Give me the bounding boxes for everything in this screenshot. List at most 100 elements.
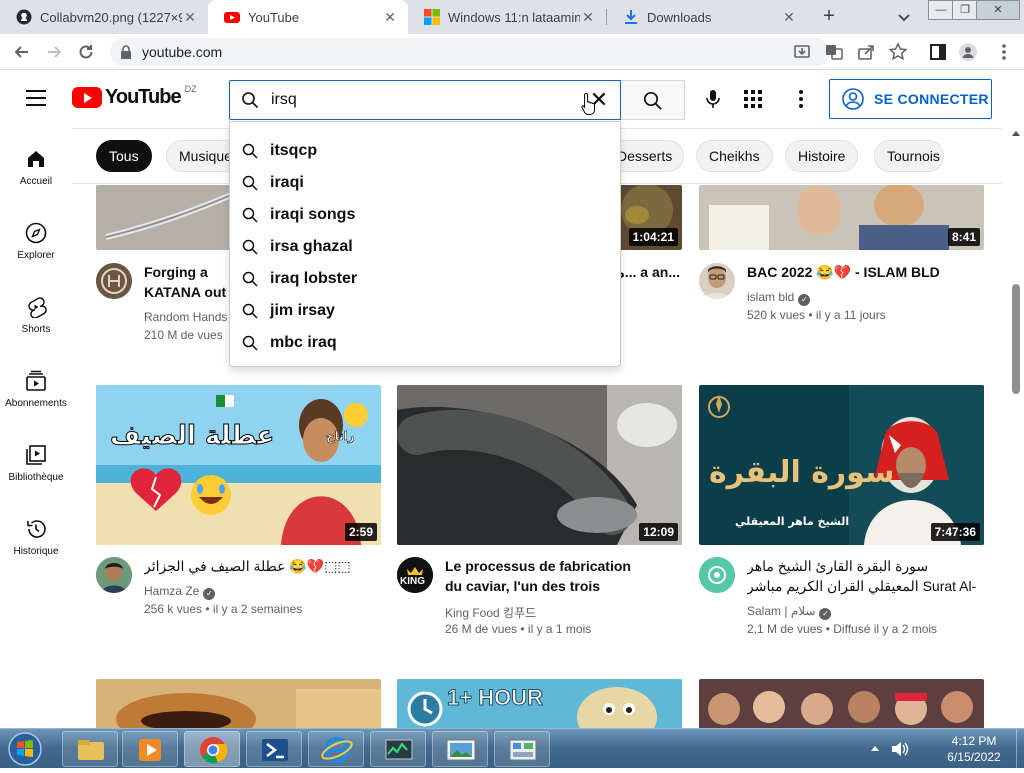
sidebar-item-shorts[interactable]: Shorts <box>0 296 72 335</box>
close-tab-icon[interactable]: ✕ <box>382 9 398 26</box>
search-input[interactable] <box>271 91 571 109</box>
bookmark-star-icon[interactable] <box>888 42 908 62</box>
video-title[interactable]: BAC 2022 😂💔 - ISLAM BLD <box>747 262 979 282</box>
channel-name[interactable]: Random Hands <box>144 310 227 324</box>
apps-grid-icon[interactable] <box>744 90 762 108</box>
chip-cheikhs[interactable]: Cheikhs <box>696 140 773 172</box>
video-title[interactable]: عطلة الصيف في الجزائر 😂💔⬚⬚ <box>144 556 376 576</box>
browser-menu-icon[interactable] <box>994 42 1014 62</box>
page-scrollbar[interactable] <box>1008 128 1024 728</box>
channel-avatar[interactable] <box>699 557 735 593</box>
channel-name[interactable]: islam bld ✓ <box>747 290 811 306</box>
video-thumbnail[interactable] <box>699 679 984 728</box>
suggestion-item[interactable]: jim irsay <box>230 295 620 327</box>
share-icon[interactable] <box>856 42 876 62</box>
taskbar-photo-viewer[interactable] <box>432 731 488 767</box>
channel-avatar[interactable]: KING <box>397 557 433 593</box>
search-suggestions-dropdown: itsqcp iraqi iraqi songs irsa ghazal ira… <box>229 121 621 367</box>
video-thumbnail[interactable]: 12:09 <box>397 385 682 545</box>
search-button[interactable] <box>621 80 685 120</box>
maximize-button[interactable]: ❐ <box>952 0 978 20</box>
video-thumbnail[interactable]: سورة البقرة الشيخ ماهر المعيقلي 7:47:36 <box>699 385 984 545</box>
taskbar-media-player[interactable] <box>122 731 178 767</box>
side-panel-icon[interactable] <box>928 42 948 62</box>
sidebar-item-subscriptions[interactable]: Abonnements <box>0 370 72 409</box>
suggestion-item[interactable]: iraq lobster <box>230 263 620 295</box>
taskbar-control-panel[interactable] <box>494 731 550 767</box>
channel-name[interactable]: Salam | سلام ✓ <box>747 604 832 620</box>
profile-icon[interactable] <box>958 42 978 62</box>
taskbar-powershell[interactable] <box>246 731 302 767</box>
channel-name-text: islam bld <box>747 290 795 304</box>
scroll-up-arrow-icon[interactable] <box>1012 131 1020 136</box>
suggestion-item[interactable]: mbc iraq <box>230 327 620 359</box>
microphone-icon[interactable] <box>702 88 724 110</box>
hamburger-menu-icon[interactable] <box>26 90 46 106</box>
video-title[interactable]: سورة البقرة القارئ الشيخ ماهر المعيقلي ا… <box>747 556 979 596</box>
settings-more-icon[interactable] <box>792 88 810 110</box>
new-tab-button[interactable]: + <box>817 5 841 29</box>
suggestion-item[interactable]: irsa ghazal <box>230 231 620 263</box>
video-title[interactable]: Le processus de fabrication du caviar, l… <box>445 556 650 596</box>
taskbar-explorer[interactable] <box>62 731 118 767</box>
install-app-icon[interactable] <box>792 42 812 62</box>
sidebar-item-history[interactable]: Historique <box>0 518 72 557</box>
volume-icon[interactable] <box>890 740 910 758</box>
thumbnail-caption: سورة البقرة <box>709 455 895 490</box>
history-icon <box>27 520 46 538</box>
channel-avatar[interactable] <box>96 263 132 299</box>
suggestion-item[interactable]: itsqcp <box>230 135 620 167</box>
video-thumbnail[interactable] <box>96 679 381 728</box>
tab-collabvm[interactable]: Collabvm20.png (1227×9 ✕ <box>0 0 208 34</box>
lock-icon[interactable] <box>120 45 132 59</box>
channel-avatar[interactable] <box>96 557 132 593</box>
suggestion-item[interactable]: iraqi <box>230 167 620 199</box>
minimize-button[interactable]: — <box>928 0 954 20</box>
back-arrow-icon[interactable] <box>12 42 32 62</box>
internet-explorer-icon <box>321 737 353 763</box>
chip-all[interactable]: Tous <box>96 140 152 172</box>
video-meta: 520 k vues • il y a 11 jours <box>747 308 886 322</box>
close-tab-icon[interactable]: ✕ <box>182 9 198 26</box>
taskbar-internet-explorer[interactable] <box>308 731 364 767</box>
tab-youtube[interactable]: YouTube ✕ <box>208 0 408 34</box>
video-title[interactable]: Forging a KATANA out of Iron CHAIN <box>144 262 239 302</box>
tab-windows11[interactable]: Windows 11:n lataaminen ✕ <box>408 0 606 34</box>
system-clock[interactable]: 4:12 PM 6/15/2022 <box>934 733 1014 765</box>
duration-badge: 7:47:36 <box>930 523 980 541</box>
video-thumbnail[interactable]: 8:41 <box>699 185 984 250</box>
video-meta: 256 k vues • il y a 2 semaines <box>144 602 303 616</box>
scrollbar-thumb[interactable] <box>1012 284 1020 394</box>
channel-name[interactable]: King Food 킹푸드 <box>445 604 536 621</box>
sidebar-item-library[interactable]: Bibliothèque <box>0 444 72 483</box>
chip-tournaments[interactable]: Tournois <box>874 140 944 172</box>
channel-name[interactable]: Hamza Ze ✓ <box>144 584 216 600</box>
close-tab-icon[interactable]: ✕ <box>580 9 596 26</box>
suggestion-item[interactable]: iraqi songs <box>230 199 620 231</box>
show-hidden-icons-icon[interactable] <box>870 744 880 752</box>
channel-avatar[interactable] <box>699 263 735 299</box>
tab-title: Downloads <box>647 9 712 25</box>
video-thumbnail[interactable]: عطلة الصيف راتاح 2:59 <box>96 385 381 545</box>
translate-icon[interactable] <box>824 42 844 62</box>
taskbar-chrome[interactable] <box>184 731 240 767</box>
close-tab-icon[interactable]: ✕ <box>781 9 797 26</box>
address-bar[interactable]: youtube.com <box>110 38 830 66</box>
sign-in-button[interactable]: SE CONNECTER <box>829 79 992 119</box>
windows-start-button-icon[interactable] <box>4 731 46 767</box>
hamza-avatar-image <box>96 557 132 593</box>
reload-icon[interactable] <box>76 42 96 62</box>
verified-check-icon: ✓ <box>819 608 832 620</box>
search-box[interactable]: ✕ <box>229 80 621 120</box>
sidebar-item-home[interactable]: Accueil <box>0 148 72 187</box>
close-window-button[interactable]: ✕ <box>976 0 1020 20</box>
video-thumbnail[interactable]: 1+ HOUR <box>397 679 682 728</box>
youtube-logo[interactable]: YouTube DZ <box>72 84 197 109</box>
sidebar-item-explore[interactable]: Explorer <box>0 222 72 261</box>
tab-downloads[interactable]: Downloads ✕ <box>607 0 807 34</box>
taskbar-task-manager[interactable] <box>370 731 426 767</box>
tab-search-chevron-icon[interactable] <box>896 9 912 25</box>
show-desktop-button[interactable] <box>1016 729 1024 769</box>
chip-history[interactable]: Histoire <box>785 140 859 172</box>
forward-arrow-icon[interactable] <box>44 42 64 62</box>
